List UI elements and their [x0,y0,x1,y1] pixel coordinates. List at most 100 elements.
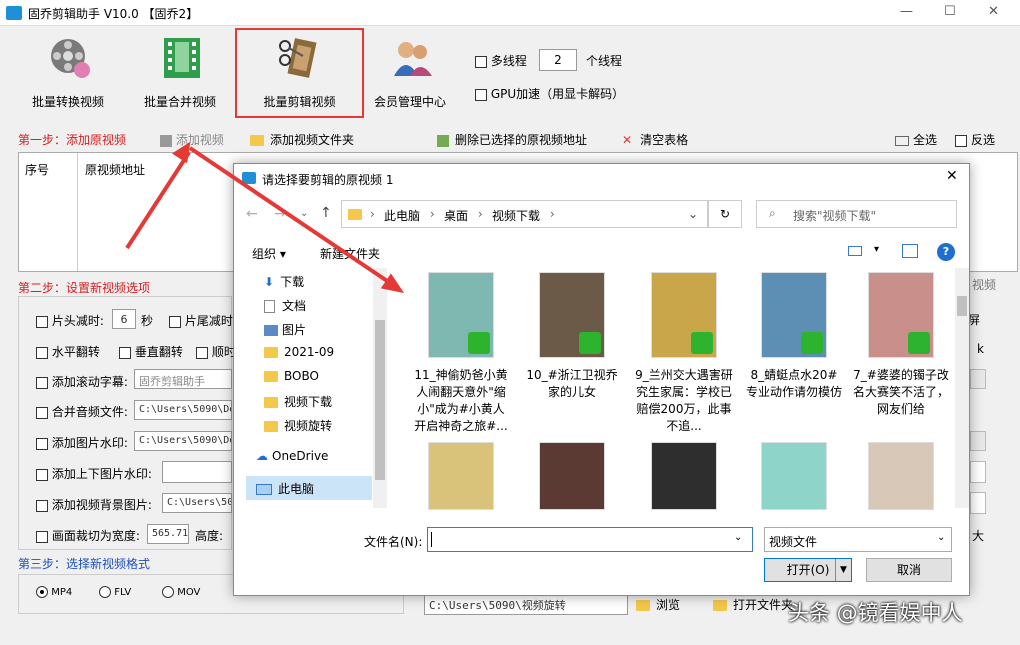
multithread-checkbox[interactable] [475,55,487,68]
file-name[interactable]: 7_#婆婆的镯子改名大赛笑不活了，网友们给 [852,367,950,418]
format-mp4-option[interactable]: MP4 [36,586,72,598]
chevron-down-icon[interactable]: ⌄ [734,532,742,543]
member-center-button[interactable]: 会员管理中心 [360,30,460,116]
nav-item-bobo[interactable]: BOBO [264,369,319,383]
preview-pane-icon[interactable] [902,244,918,258]
bg-image-option[interactable]: 添加视频背景图片: [36,496,152,513]
cancel-button[interactable]: 取消 [866,558,952,582]
maximize-button[interactable]: ☐ [944,4,956,19]
trim-tail-option[interactable]: 片尾减时 [169,312,233,329]
invert-selection-button[interactable]: 反选 [955,131,995,148]
gpu-option[interactable]: GPU加速（用显卡解码） [475,85,624,102]
nav-item-video-rotate[interactable]: 视频旋转 [264,417,332,434]
file-thumbnail[interactable] [761,442,827,510]
nav-scroll-thumb[interactable] [375,320,385,480]
image-wm-input[interactable]: C:\Users\5090\De [134,431,232,451]
nav-item-video-download[interactable]: 视频下载 [264,393,332,410]
hflip-checkbox[interactable] [36,346,48,359]
topbottom-img-checkbox[interactable] [36,468,48,481]
merge-audio-input[interactable]: C:\Users\5090\De [134,400,232,420]
multithread-option[interactable]: 多线程 [475,52,527,69]
back-arrow-icon[interactable]: ← [246,206,258,222]
merge-audio-option[interactable]: 合并音频文件: [36,403,128,420]
format-mov-option[interactable]: MOV [162,586,200,598]
chevron-down-icon[interactable]: ⌄ [688,207,698,221]
right-input[interactable] [970,461,986,483]
nav-item-onedrive[interactable]: ☁ OneDrive [256,449,328,463]
trim-head-checkbox[interactable] [36,315,48,328]
batch-merge-button[interactable]: 批量合并视频 [130,30,230,116]
file-thumbnail[interactable] [651,442,717,510]
vflip-option[interactable]: 垂直翻转 [119,343,183,360]
up-arrow-icon[interactable]: ↑ [320,205,332,221]
nav-item-downloads[interactable]: ⬇ 下载 [264,273,304,290]
view-mode-icon[interactable] [848,246,862,256]
delete-selected-button[interactable]: 删除已选择的原视频地址 [437,131,587,148]
thread-count-input[interactable]: 2 [539,49,577,71]
crop-option[interactable]: 画面裁切为宽度: [36,527,140,544]
gpu-checkbox[interactable] [475,88,487,101]
format-flv-radio[interactable] [99,586,111,598]
clockwise-option[interactable]: 顺时 [196,343,236,360]
bg-image-input[interactable]: C:\Users\509 [162,493,232,513]
file-name[interactable]: 9_兰州交大遇害研究生家属：学校已赔偿200万，此事不追... [635,367,733,435]
batch-convert-button[interactable]: 批量转换视频 [18,30,118,116]
select-all-button[interactable]: 全选 [895,131,937,148]
file-scrollbar[interactable] [955,268,969,508]
invert-checkbox[interactable] [955,134,967,147]
nav-item-this-pc[interactable]: 此电脑 [256,480,314,497]
search-box[interactable]: ⌕ 搜索"视频下载" [756,200,957,228]
breadcrumb-downloads[interactable]: 视频下载 [492,207,540,224]
refresh-button[interactable]: ↻ [708,200,742,228]
trim-head-input[interactable]: 6 [112,309,136,329]
crop-checkbox[interactable] [36,530,48,543]
dialog-close-button[interactable]: ✕ [946,168,958,184]
nav-item-pictures[interactable]: 图片 [264,321,306,338]
open-button[interactable]: 打开(O) ▼ [764,558,852,582]
file-thumbnail[interactable] [651,272,717,358]
scroll-sub-option[interactable]: 添加滚动字幕: [36,373,128,390]
file-thumbnail[interactable] [428,442,494,510]
topbottom-img-input[interactable] [162,461,232,483]
batch-edit-button[interactable]: 批量剪辑视频 [235,28,364,118]
image-wm-checkbox[interactable] [36,437,48,450]
file-thumbnail[interactable] [761,272,827,358]
open-dropdown-icon[interactable]: ▼ [835,559,851,581]
image-wm-option[interactable]: 添加图片水印: [36,434,128,451]
breadcrumb-pc[interactable]: 此电脑 [384,207,420,224]
format-mp4-radio[interactable] [36,586,48,598]
nav-item-folder-2021[interactable]: 2021-09 [264,345,334,359]
nav-item-documents[interactable]: 文档 [264,297,306,314]
file-name[interactable]: 11_神偷奶爸小黄人闹翻天意外"缩小"成为#小黄人开启神奇之旅#... [412,367,510,435]
file-name[interactable]: 8_蜻蜓点水20#专业动作请勿模仿 [745,367,843,401]
bg-image-checkbox[interactable] [36,499,48,512]
view-dropdown-icon[interactable]: ▾ [874,244,879,255]
file-name[interactable]: 10_#浙江卫视乔家的儿女 [523,367,621,401]
help-icon[interactable]: ? [937,243,955,261]
trim-head-option[interactable]: 片头减时: [36,312,104,329]
format-flv-option[interactable]: FLV [99,586,131,598]
right-dropdown[interactable] [970,369,986,389]
clear-table-button[interactable]: ✕ 清空表格 [622,131,688,148]
crop-width-input[interactable]: 565.714 [147,524,189,544]
file-thumbnail[interactable] [868,272,934,358]
scroll-sub-input[interactable]: 固乔剪辑助手 [134,369,232,389]
trim-tail-checkbox[interactable] [169,315,181,328]
merge-audio-checkbox[interactable] [36,406,48,419]
file-thumbnail[interactable] [428,272,494,358]
file-thumbnail[interactable] [539,442,605,510]
format-mov-radio[interactable] [162,586,174,598]
filetype-select[interactable]: 视频文件 ⌄ [764,527,952,552]
recent-dropdown-icon[interactable]: ⌄ [300,208,308,219]
breadcrumb-desktop[interactable]: 桌面 [444,207,468,224]
hflip-option[interactable]: 水平翻转 [36,343,100,360]
organize-button[interactable]: 组织 ▾ [252,245,286,262]
scroll-sub-checkbox[interactable] [36,376,48,389]
minimize-button[interactable]: — [900,4,913,19]
filename-input[interactable]: ⌄ [427,527,753,552]
right-dropdown-2[interactable] [970,431,986,451]
file-thumbnail[interactable] [868,442,934,510]
add-folder-button[interactable]: 添加视频文件夹 [250,131,354,148]
address-bar[interactable]: › 此电脑 › 桌面 › 视频下载 › ⌄ [341,200,708,228]
browse-button[interactable]: 浏览 [636,596,680,613]
